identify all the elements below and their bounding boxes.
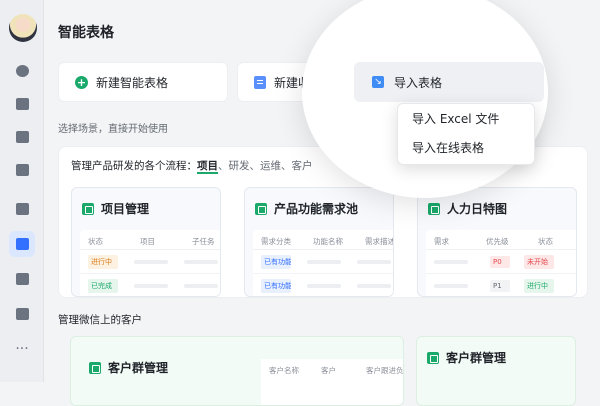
sidebar: ··· [0, 0, 44, 382]
flow-tab-project[interactable]: 项目 [197, 160, 218, 174]
calendar-icon[interactable] [9, 157, 35, 183]
table-row: 已完成 [80, 274, 220, 296]
column-header: 需求分类 [261, 237, 291, 246]
status-badge: 进行中 [88, 254, 118, 269]
spotlight-overlay: ↘ 导入表格 [302, 0, 548, 198]
preview-table: 需求分类 功能名称 需求描述 已有功能... 已有功能... [253, 230, 394, 296]
table-row: P1 进行中 [426, 274, 576, 296]
preview-table: 需求 优先级 状态 P0 未开始 P1 进行中 [426, 230, 576, 296]
table-row: 进行中 [80, 250, 220, 274]
form-icon [254, 75, 266, 89]
column-header: 状态 [538, 237, 553, 246]
org-chart-icon[interactable] [9, 301, 35, 327]
template-card-customer-group-2[interactable]: 客户群管理 [416, 336, 576, 406]
page-title: 智能表格 [58, 25, 114, 41]
preview-table: 状态 项目 子任务 进行中 已完成 [80, 230, 220, 296]
column-header: 功能名称 [313, 237, 343, 246]
sheet-icon [255, 202, 267, 215]
menu-item-import-online[interactable]: 导入在线表格 [398, 133, 534, 162]
table-row: P0 未开始 [426, 250, 576, 274]
column-header: 项目 [140, 237, 155, 246]
card-title: 项目管理 [101, 202, 150, 216]
sheet-icon [428, 202, 440, 215]
status-badge: 未开始 [524, 254, 554, 269]
chat-icon[interactable] [9, 58, 35, 84]
status-badge: 已有功能... [261, 254, 291, 269]
import-icon: ↘ [372, 76, 384, 88]
column-header: 客户跟进负 [366, 366, 404, 375]
priority-badge: P1 [490, 279, 510, 292]
status-badge: 已有功能... [261, 278, 291, 293]
card-title: 人力日特图 [447, 202, 508, 216]
column-header: 需求描述 [365, 237, 394, 246]
flow-tabs-others[interactable]: 、研发、运维、客户 [218, 160, 313, 172]
menu-item-import-excel[interactable]: 导入 Excel 文件 [398, 104, 534, 133]
status-badge: 已完成 [88, 278, 118, 293]
column-header: 状态 [88, 237, 103, 246]
card-title: 客户群管理 [108, 361, 169, 375]
section-wechat-customers: 管理微信上的客户 客户群管理 客户名称 客户 客户跟进负 客户群管理 [58, 304, 588, 406]
new-sheet-label: 新建智能表格 [96, 75, 169, 90]
column-header: 客户 [321, 366, 336, 375]
sheet-icon [82, 202, 94, 215]
column-header: 客户名称 [269, 366, 299, 375]
smart-sheet-icon[interactable] [9, 231, 35, 257]
plus-icon: + [75, 75, 88, 89]
column-header: 优先级 [486, 237, 509, 246]
status-badge: 进行中 [524, 278, 554, 293]
table-row: 已有功能... [253, 274, 393, 296]
column-header: 需求 [434, 237, 449, 246]
scene-hint: 选择场景，直接开始使用 [58, 124, 168, 135]
import-dropdown-menu: 导入 Excel 文件 导入在线表格 [397, 103, 535, 165]
upload-icon[interactable] [9, 124, 35, 150]
card-title: 产品功能需求池 [274, 202, 359, 216]
section-title-prefix: 管理产品研发的各个流程： [71, 160, 197, 172]
column-header: 子任务 [192, 237, 215, 246]
priority-badge: P0 [490, 255, 510, 268]
import-sheet-label: 导入表格 [394, 75, 443, 90]
sheet-icon [427, 351, 439, 364]
section-title: 管理微信上的客户 [58, 314, 142, 326]
card-title: 客户群管理 [446, 351, 507, 365]
template-card-requirements[interactable]: 产品功能需求池 需求分类 功能名称 需求描述 已有功能... 已有功能... [244, 187, 394, 297]
section-title: 管理产品研发的各个流程：项目、研发、运维、客户 [71, 158, 313, 174]
sheet-icon [89, 361, 101, 374]
new-sheet-button[interactable]: + 新建智能表格 [58, 62, 228, 102]
template-card-project[interactable]: 项目管理 状态 项目 子任务 进行中 已完成 [71, 187, 221, 297]
template-card-gantt[interactable]: 人力日特图 需求 优先级 状态 P0 未开始 P1 进行中 [417, 187, 577, 297]
avatar[interactable] [9, 14, 37, 42]
chart-icon[interactable] [9, 196, 35, 222]
table-row: 已有功能... [253, 250, 393, 274]
apps-grid-icon[interactable] [9, 266, 35, 292]
preview-table: 客户名称 客户 客户跟进负 [261, 359, 404, 405]
mail-icon[interactable] [9, 91, 35, 117]
more-icon[interactable]: ··· [9, 336, 35, 362]
template-card-customer-group[interactable]: 客户群管理 客户名称 客户 客户跟进负 [70, 336, 404, 406]
import-sheet-button[interactable]: ↘ 导入表格 [354, 62, 544, 102]
